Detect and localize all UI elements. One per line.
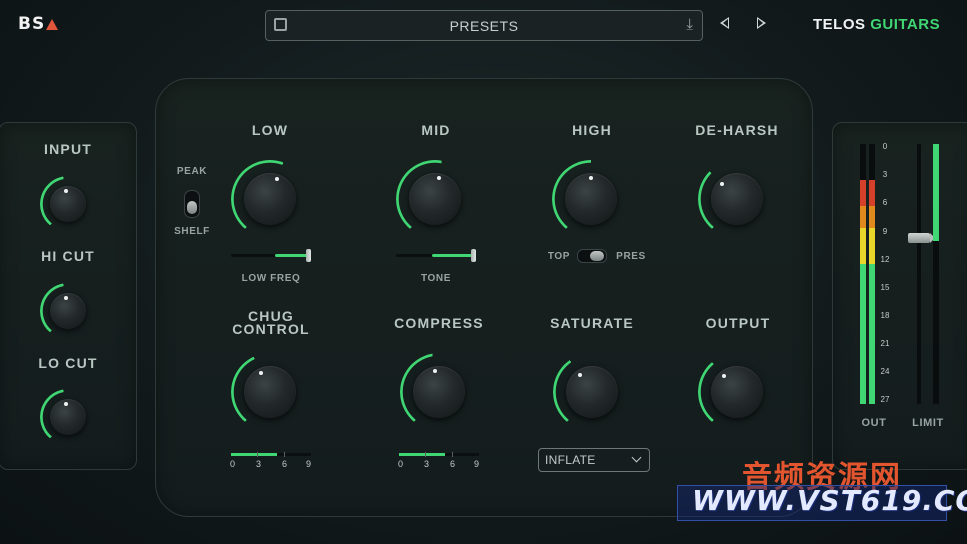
db-tick-6: 6 xyxy=(882,198,888,207)
locut-knob[interactable] xyxy=(40,389,96,445)
mid-label: MID xyxy=(421,122,451,138)
limit-slider-handle[interactable] xyxy=(908,233,935,243)
db-tick-18: 18 xyxy=(880,311,890,320)
low-label: LOW xyxy=(251,122,289,138)
mid-knob[interactable] xyxy=(396,160,474,238)
brand-logo: TELOS GUITARS xyxy=(813,16,941,33)
high-label: HIGH xyxy=(572,122,612,138)
limit-reduction-meter xyxy=(933,144,939,404)
chug-scale-9: 9 xyxy=(306,459,312,469)
db-tick-15: 15 xyxy=(880,283,890,292)
deharsh-knob[interactable] xyxy=(698,160,776,238)
compress-meter xyxy=(399,452,479,457)
watermark-url: WWW.VST619.COM xyxy=(692,484,967,517)
chug-meter xyxy=(231,452,311,457)
chevron-down-icon xyxy=(631,452,642,463)
high-knob[interactable] xyxy=(552,160,630,238)
peak-shelf-toggle[interactable] xyxy=(184,190,200,218)
db-tick-21: 21 xyxy=(880,339,890,348)
saturate-knob[interactable] xyxy=(553,353,631,431)
preset-selector[interactable]: PRESETS ⤓ xyxy=(265,10,703,41)
top-pres-toggle[interactable] xyxy=(577,249,607,263)
deharsh-label: DE-HARSH xyxy=(695,122,779,138)
out-label: OUT xyxy=(861,417,887,429)
chug-scale-6: 6 xyxy=(282,459,288,469)
pres-label: PRES xyxy=(616,251,646,262)
locut-label: LO CUT xyxy=(38,355,98,371)
logo-triangle-icon xyxy=(46,19,59,30)
shelf-label: SHELF xyxy=(174,226,210,237)
compress-scale-6: 6 xyxy=(450,459,456,469)
compress-knob[interactable] xyxy=(400,353,478,431)
chug-scale-0: 0 xyxy=(230,459,236,469)
low-knob[interactable] xyxy=(231,160,309,238)
chug-scale-3: 3 xyxy=(256,459,262,469)
hicut-knob[interactable] xyxy=(40,283,96,339)
compress-scale-3: 3 xyxy=(424,459,430,469)
tone-label: TONE xyxy=(421,273,451,284)
limit-label: LIMIT xyxy=(912,417,944,429)
output-knob[interactable] xyxy=(698,353,776,431)
compress-scale-0: 0 xyxy=(398,459,404,469)
db-tick-3: 3 xyxy=(882,170,888,179)
db-tick-9: 9 xyxy=(882,227,888,236)
previous-preset-button[interactable] xyxy=(720,17,729,29)
top-label: TOP xyxy=(547,251,571,262)
db-tick-27: 27 xyxy=(880,395,890,404)
low-freq-slider[interactable] xyxy=(231,249,311,262)
out-meter-right xyxy=(869,144,875,404)
input-knob[interactable] xyxy=(40,176,96,232)
low-freq-label: LOW FREQ xyxy=(241,273,301,284)
db-tick-0: 0 xyxy=(882,142,888,151)
chug-control-knob[interactable] xyxy=(231,353,309,431)
input-label: INPUT xyxy=(44,141,92,157)
saturate-mode-dropdown[interactable]: INFLATE xyxy=(538,448,650,472)
saturate-label: SATURATE xyxy=(550,315,634,331)
save-preset-icon[interactable]: ⤓ xyxy=(686,16,693,33)
compress-label: COMPRESS xyxy=(394,315,484,331)
chug-control-label: CHUG CONTROL xyxy=(232,308,310,337)
output-label: OUTPUT xyxy=(705,315,771,331)
db-tick-24: 24 xyxy=(880,367,890,376)
plugin-logo: BS xyxy=(18,14,59,34)
main-panel xyxy=(155,78,813,517)
tone-slider[interactable] xyxy=(396,249,476,262)
hicut-label: HI CUT xyxy=(41,248,95,264)
preset-label: PRESETS xyxy=(449,18,519,34)
saturate-mode-value: INFLATE xyxy=(545,453,596,467)
peak-label: PEAK xyxy=(176,166,208,177)
next-preset-button[interactable] xyxy=(757,17,766,29)
compress-scale-9: 9 xyxy=(474,459,480,469)
limit-slider-track[interactable] xyxy=(917,144,921,404)
db-tick-12: 12 xyxy=(880,255,890,264)
out-meter-left xyxy=(860,144,866,404)
